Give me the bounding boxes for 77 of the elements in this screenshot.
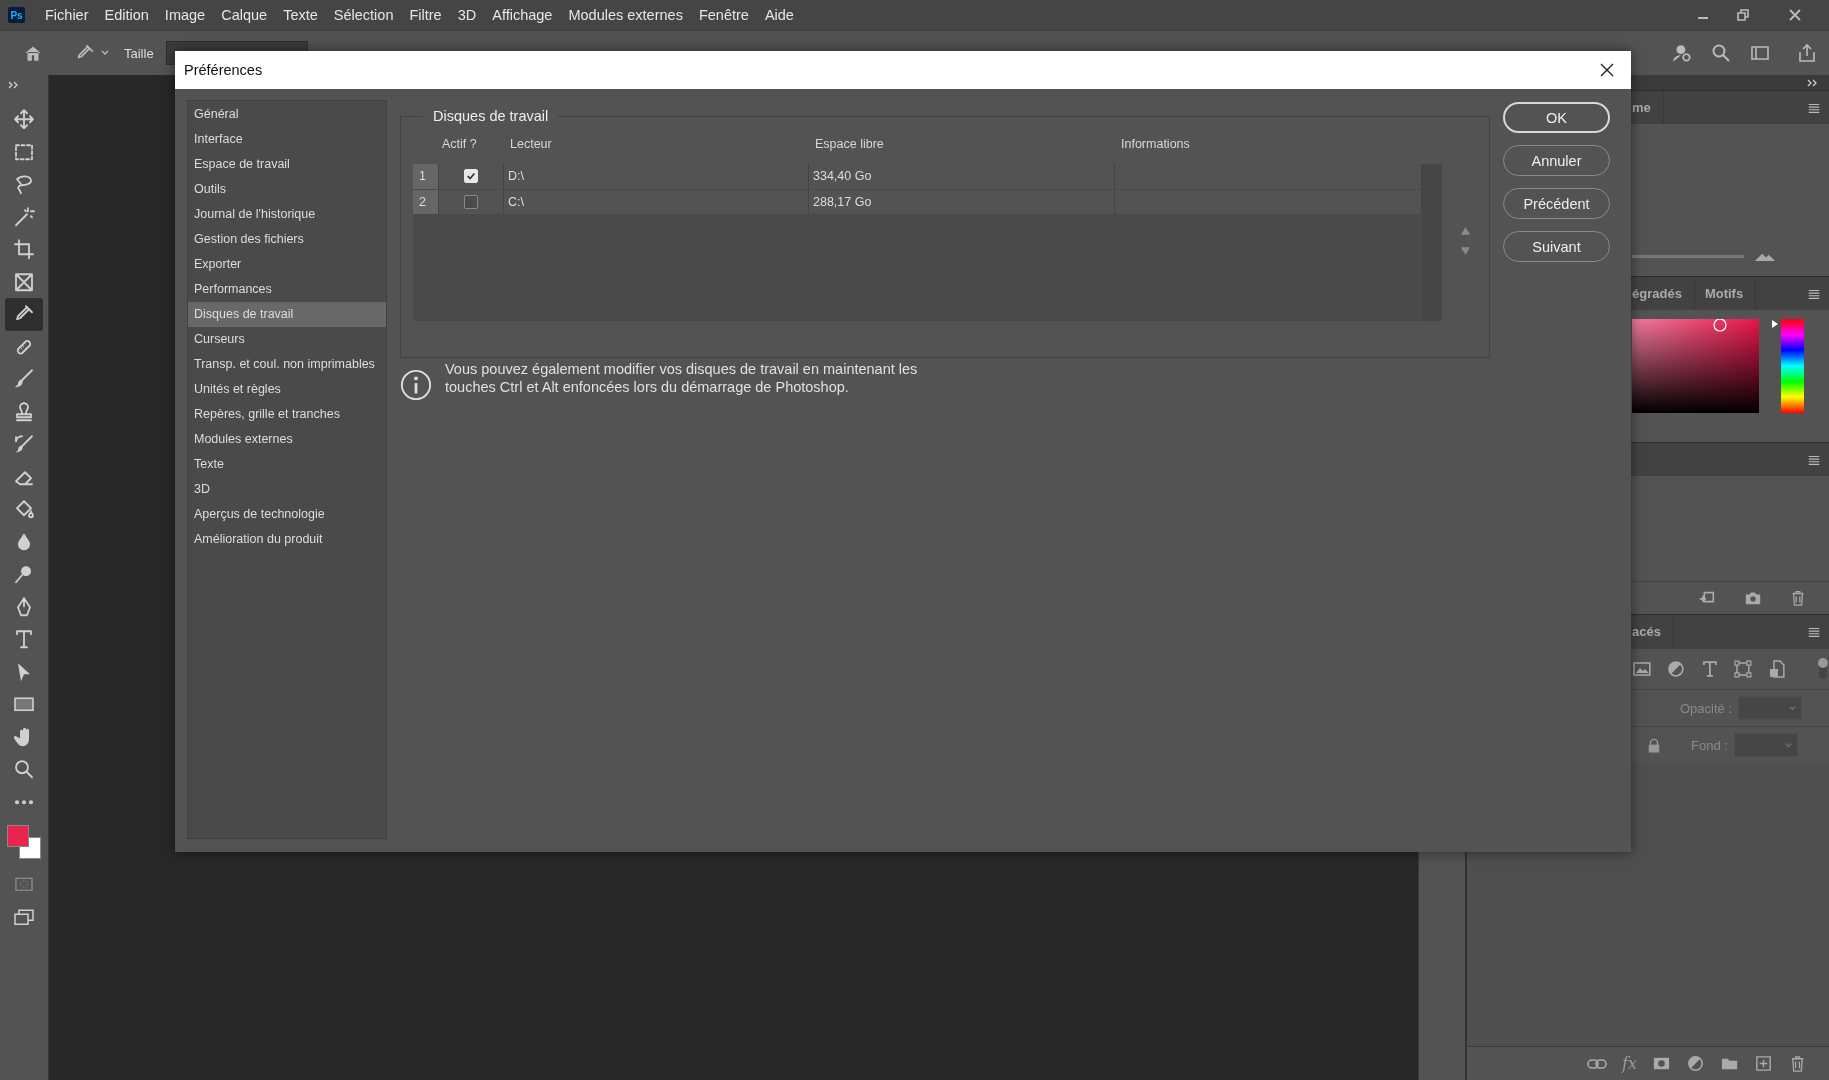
user-search-icon[interactable] [1671,42,1693,64]
dialog-button[interactable]: OK [1503,102,1610,133]
size-label: Taille [124,45,154,61]
search-icon[interactable] [1711,43,1731,63]
menu-item[interactable]: Calque [213,7,276,23]
lock-icon[interactable] [1647,737,1661,753]
column-header: Informations [1120,137,1191,151]
color-swatches-icon[interactable] [6,824,42,860]
category-item[interactable]: Unités et règles [188,377,386,402]
link-icon[interactable] [1587,1057,1608,1070]
info-text: Vous pouvez également modifier vos disques de travail en maintenant les touches Ctrl et Alt enfoncées lors du démarrage de Photoshop. [445,360,919,396]
column-header: Espace libre [814,137,885,151]
smart-object-filter-icon[interactable] [1767,659,1788,679]
category-item[interactable]: Repères, grille et tranches [188,402,386,427]
adjustment-filter-icon[interactable] [1665,659,1686,679]
eyedropper-icon[interactable] [5,298,43,331]
dialog-button[interactable]: Précédent [1503,188,1610,219]
menu-item[interactable]: Affichage [484,7,561,23]
color-field[interactable] [1632,319,1759,413]
row-number: 2 [413,189,439,214]
row-number: 1 [413,164,439,189]
slider-track[interactable] [1632,255,1744,258]
column-header: Actif ? [441,137,478,151]
menu-item[interactable]: Fichier [37,7,97,23]
menu-item[interactable]: Modules externes [560,7,691,23]
menu-item[interactable]: Fenêtre [690,7,757,23]
group-title: Disques de travail [432,108,550,124]
category-item[interactable]: Espace de travail [188,152,386,177]
menu-item[interactable]: Sélection [325,7,402,23]
menu-item[interactable]: Image [156,7,214,23]
category-item[interactable]: Exporter [188,252,386,277]
category-item[interactable]: Modules externes [188,427,386,452]
category-item[interactable]: Aperçus de technologie [188,502,386,527]
image-filter-icon[interactable] [1632,659,1652,679]
double-chevron-icon[interactable] [8,81,20,89]
slider-handle-icon[interactable] [1771,319,1779,329]
category-item[interactable]: Curseurs [188,327,386,352]
table-cell: 334,40 Go [809,164,1115,189]
info-icon [400,369,432,401]
check-icon [466,171,476,182]
menu-item[interactable]: Edition [96,7,157,23]
category-item[interactable]: Transp. et coul. non imprimables [188,352,386,377]
table-cell: 288,17 Go [809,189,1115,214]
dialog-button[interactable]: Annuler [1503,145,1610,176]
category-item[interactable]: Amélioration du produit [188,527,386,552]
opacity-field[interactable] [1738,696,1803,720]
filter-toggle-icon[interactable] [1817,657,1829,681]
category-item[interactable]: Outils [188,177,386,202]
shape-filter-icon[interactable] [1733,659,1754,679]
category-item[interactable]: Journal de l'historique [188,202,386,227]
table-cell: C:\ [504,189,809,214]
checkbox[interactable] [464,194,478,209]
workspace-icon[interactable] [1749,43,1771,63]
new-layer-icon[interactable] [1754,1054,1773,1073]
double-chevron-icon[interactable] [1807,78,1819,87]
menu-item[interactable]: Filtre [401,7,450,23]
category-item[interactable]: Général [188,102,386,127]
mountain-icon[interactable] [1754,251,1776,262]
close-icon[interactable] [1599,62,1615,78]
dialog-title: Préférences [184,62,263,78]
category-item[interactable]: Gestion des fichiers [188,227,386,252]
category-item[interactable]: 3D [188,477,386,502]
fill-field[interactable] [1733,733,1798,757]
menu-item[interactable]: Texte [275,7,326,23]
dialog-button[interactable]: Suivant [1503,231,1610,262]
category-item[interactable]: Texte [188,452,386,477]
category-item[interactable]: Interface [188,127,386,152]
table-cell: D:\ [504,164,809,189]
restore-icon[interactable] [1735,7,1751,23]
category-item[interactable]: Performances [188,277,386,302]
adjustment-layer-icon[interactable] [1686,1054,1705,1073]
column-header: Lecteur [509,137,553,151]
menu-item[interactable]: 3D [449,7,485,23]
share-icon[interactable] [1797,43,1817,63]
menu-item[interactable]: Aide [756,7,802,23]
category-item[interactable]: Disques de travail [188,302,386,327]
app-logo[interactable]: Ps [8,7,25,23]
